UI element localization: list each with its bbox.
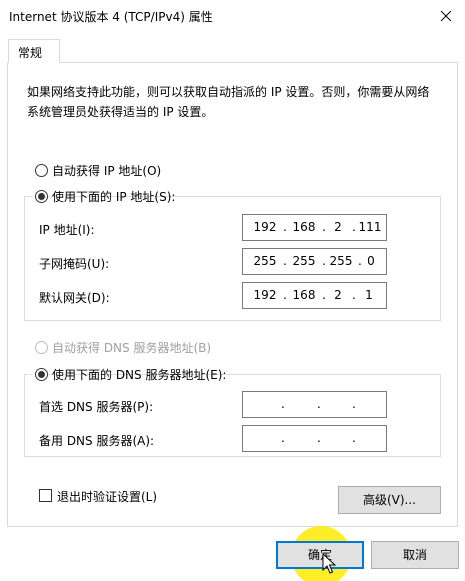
subnet-mask-label: 子网掩码(U): [39, 257, 110, 271]
gateway-dot: . [322, 288, 326, 302]
ip-octet-2: 168 [292, 220, 316, 234]
gateway-octet-3: 2 [334, 288, 342, 302]
tab-general-label: 常规 [18, 46, 43, 60]
close-button[interactable] [431, 4, 461, 28]
title-bar: Internet 协议版本 4 (TCP/IPv4) 属性 [0, 0, 465, 32]
ip-octet-4: 111 [358, 220, 382, 234]
validate-checkbox[interactable] [39, 489, 52, 502]
close-icon [440, 10, 452, 22]
manual-ip-radio[interactable] [35, 190, 48, 203]
dns-dot: . [317, 431, 321, 445]
dns-dot: . [317, 397, 321, 411]
mask-octet-1: 255 [253, 254, 277, 268]
alternate-dns-field[interactable]: . . . [242, 425, 387, 452]
gateway-octet-1: 192 [253, 288, 277, 302]
manual-ip-label[interactable]: 使用下面的 IP 地址(S): [52, 188, 175, 205]
auto-dns-label[interactable]: 自动获得 DNS 服务器地址(B) [52, 339, 211, 356]
auto-ip-label[interactable]: 自动获得 IP 地址(O) [52, 162, 161, 179]
ip-octet-3: 2 [334, 220, 342, 234]
mask-octet-3: 255 [329, 254, 353, 268]
default-gateway-field[interactable]: 192 . 168 . 2 . 1 [242, 282, 387, 309]
manual-dns-label[interactable]: 使用下面的 DNS 服务器地址(E): [52, 366, 226, 383]
dns-dot: . [352, 431, 356, 445]
tab-general[interactable]: 常规 [8, 39, 60, 63]
gateway-dot: . [283, 288, 287, 302]
description-text: 如果网络支持此功能，则可以获取自动指派的 IP 设置。否则，你需要从网络系统管理… [27, 85, 430, 119]
mask-octet-4: 0 [367, 254, 375, 268]
gateway-octet-2: 168 [292, 288, 316, 302]
subnet-mask-field[interactable]: 255 . 255 . 255 . 0 [242, 248, 387, 275]
preferred-dns-label: 首选 DNS 服务器(P): [39, 400, 154, 414]
manual-dns-legend: 使用下面的 DNS 服务器地址(E): [33, 365, 226, 383]
mask-dot: . [322, 254, 326, 268]
mask-dot: . [283, 254, 287, 268]
ip-address-label: IP 地址(I): [39, 223, 95, 237]
ip-octet-1: 192 [253, 220, 277, 234]
gateway-dot: . [352, 288, 356, 302]
cancel-button[interactable]: 取消 [371, 541, 459, 569]
default-gateway-label: 默认网关(D): [39, 291, 110, 305]
mask-octet-2: 255 [292, 254, 316, 268]
preferred-dns-field[interactable]: . . . [242, 391, 387, 418]
dns-dot: . [352, 397, 356, 411]
alternate-dns-label: 备用 DNS 服务器(A): [39, 434, 155, 448]
ip-address-field[interactable]: 192 . 168 . 2 . 111 [242, 214, 387, 241]
dns-dot: . [281, 397, 285, 411]
ip-dot: . [283, 220, 287, 234]
ok-button[interactable]: 确定 [276, 541, 364, 569]
mouse-pointer-icon [322, 553, 336, 574]
manual-ip-legend: 使用下面的 IP 地址(S): [33, 187, 175, 205]
window-title: Internet 协议版本 4 (TCP/IPv4) 属性 [9, 10, 213, 24]
validate-label[interactable]: 退出时验证设置(L) [57, 488, 157, 505]
advanced-button[interactable]: 高级(V)... [338, 486, 441, 514]
auto-dns-radio[interactable] [35, 341, 48, 354]
auto-ip-radio[interactable] [35, 164, 48, 177]
ip-dot: . [322, 220, 326, 234]
manual-dns-radio[interactable] [35, 368, 48, 381]
dns-dot: . [281, 431, 285, 445]
gateway-octet-4: 1 [365, 288, 373, 302]
